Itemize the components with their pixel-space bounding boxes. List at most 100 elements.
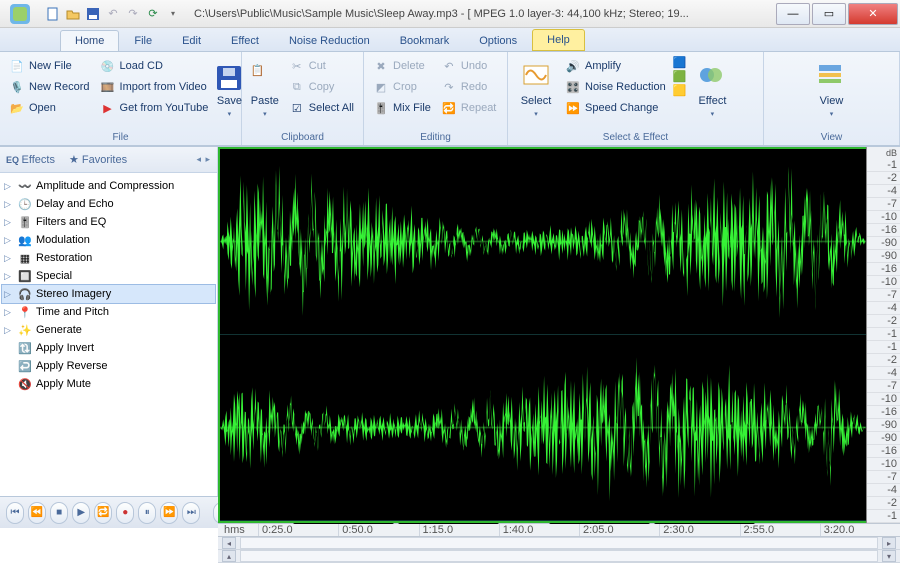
expand-icon[interactable]: ▷ [4,181,14,192]
people-icon: 👥 [17,232,33,248]
youtube-icon: ▶ [100,100,116,116]
scroll-track[interactable] [240,537,878,549]
go-start-button[interactable]: ⏮ [6,502,24,524]
crop-button[interactable]: ◩Crop [370,77,434,97]
go-end-button[interactable]: ⏭ [182,502,200,524]
tree-item-special[interactable]: ▷🔲Special [2,267,215,285]
new-record-button[interactable]: 🎙️New Record [6,77,93,97]
noise-reduction-button[interactable]: 🎛️ Noise Reduction [562,77,669,97]
scroll-down-icon[interactable]: ▾ [882,550,896,562]
refresh-icon[interactable]: ⟳ [144,5,162,23]
play-button[interactable]: ▶ [72,502,90,524]
tree-item-amplitude-and-compression[interactable]: ▷〰️Amplitude and Compression [2,177,215,195]
stop-button[interactable]: ■ [50,502,68,524]
scroll-left-icon[interactable]: ◂ [222,537,236,549]
tree-item-restoration[interactable]: ▷▦Restoration [2,249,215,267]
close-button[interactable]: ✕ [848,3,898,25]
tab-file[interactable]: File [119,30,167,51]
record-button[interactable]: ● [116,502,134,524]
tree-item-delay-and-echo[interactable]: ▷🕒Delay and Echo [2,195,215,213]
scroll-right-icon[interactable]: ▸ [882,537,896,549]
ribbon-group-view: View▾ View [764,52,900,145]
redo-button[interactable]: ↷Redo [438,77,499,97]
effect-thumb-3-icon[interactable]: 🟨 [673,84,687,97]
tree-item-apply-invert[interactable]: 🔃Apply Invert [2,339,215,357]
tab-options[interactable]: Options [464,30,532,51]
maximize-button[interactable]: ▭ [812,3,846,25]
rewind-button[interactable]: ⏪ [28,502,46,524]
film-icon: 🎞️ [100,79,116,95]
save-icon[interactable] [84,5,102,23]
tree-item-filters-and-eq[interactable]: ▷🎚️Filters and EQ [2,213,215,231]
save-button[interactable]: Save▾ [215,56,243,126]
expand-icon[interactable]: ▷ [4,253,14,264]
expand-icon[interactable]: ▷ [4,325,14,336]
cd-icon: 💿 [100,58,116,74]
tree-item-generate[interactable]: ▷✨Generate [2,321,215,339]
expand-icon[interactable]: ▷ [4,289,14,300]
expand-icon[interactable]: ▷ [4,217,14,228]
waveform-area[interactable]: dB -1-2-4-7-10-16-90-90-16-10-7-4-2-1 -1… [218,147,900,523]
scroll-track-v[interactable] [240,550,878,562]
noise-reduction-label: Noise Reduction [585,81,666,93]
tab-noise-reduction[interactable]: Noise Reduction [274,30,385,51]
open-button[interactable]: 📂Open [6,98,93,118]
tree-item-time-and-pitch[interactable]: ▷📍Time and Pitch [2,303,215,321]
tab-bookmark[interactable]: Bookmark [385,30,465,51]
expand-icon[interactable]: ▷ [4,199,14,210]
cut-label: Cut [309,60,326,72]
sidebar-tab-favorites[interactable]: ★ Favorites [69,153,127,166]
expand-icon[interactable]: ▷ [4,307,14,318]
tree-item-apply-reverse[interactable]: ↩️Apply Reverse [2,357,215,375]
expand-icon[interactable]: ▷ [4,235,14,246]
tab-help[interactable]: Help [532,29,585,51]
sidebar-nav-arrows[interactable]: ◂ ▸ [196,154,211,165]
new-file-button[interactable]: 📄New File [6,56,93,76]
select-button[interactable]: Select▾ [514,56,558,126]
repeat-button[interactable]: 🔁Repeat [438,98,499,118]
tree-item-stereo-imagery[interactable]: ▷🎧Stereo Imagery [2,285,215,303]
pause-button[interactable]: ⏸ [138,502,156,524]
app-icon[interactable] [4,2,36,26]
select-all-button[interactable]: ☑Select All [286,98,357,118]
amplify-button[interactable]: 🔊Amplify [562,56,669,76]
load-cd-button[interactable]: 💿Load CD [97,56,212,76]
timeline-ruler[interactable]: hms 0:25.00:50.01:15.01:40.02:05.02:30.0… [218,523,900,537]
open-icon[interactable] [64,5,82,23]
vertical-scrollbar[interactable]: ▴ ▾ [218,550,900,563]
view-button[interactable]: View▾ [810,56,854,126]
undo-icon[interactable]: ↶ [104,5,122,23]
tree-item-apply-mute[interactable]: 🔇Apply Mute [2,375,215,393]
redo-icon[interactable]: ↷ [124,5,142,23]
cut-button[interactable]: ✂ Cut [286,56,357,76]
undo-button[interactable]: ↶Undo [438,56,499,76]
loop-button[interactable]: 🔁 [94,502,112,524]
tree-item-modulation[interactable]: ▷👥Modulation [2,231,215,249]
new-icon[interactable] [44,5,62,23]
qat-dropdown-icon[interactable]: ▾ [164,5,182,23]
delete-button[interactable]: ✖Delete [370,56,434,76]
copy-button[interactable]: ⧉Copy [286,77,357,97]
speed-change-button[interactable]: ⏩Speed Change [562,98,669,118]
mix-file-button[interactable]: 🎚️Mix File [370,98,434,118]
tab-effect[interactable]: Effect [216,30,274,51]
scroll-up-icon[interactable]: ▴ [222,550,236,562]
sidebar-tab-effects[interactable]: EQ Effects [6,154,55,166]
cut-icon: ✂ [289,58,305,74]
horizontal-scrollbar[interactable]: ◂ ▸ [218,537,900,550]
effect-thumb-2-icon[interactable]: 🟩 [673,70,687,83]
waveform-left-channel[interactable] [220,149,866,335]
waveform-right-channel[interactable] [220,335,866,521]
tab-edit[interactable]: Edit [167,30,216,51]
noise-reduction-icon: 🎛️ [565,79,581,95]
get-youtube-button[interactable]: ▶Get from YouTube [97,98,212,118]
tab-home[interactable]: Home [60,30,119,51]
paste-button[interactable]: 📋 Paste▾ [248,56,282,126]
forward-button[interactable]: ⏩ [160,502,178,524]
effect-thumb-1-icon[interactable]: 🟦 [673,56,687,69]
import-video-button[interactable]: 🎞️Import from Video [97,77,212,97]
expand-icon[interactable]: ▷ [4,271,14,282]
minimize-button[interactable]: — [776,3,810,25]
effect-button[interactable]: Effect▾ [690,56,734,126]
tree-item-label: Delay and Echo [36,198,114,210]
